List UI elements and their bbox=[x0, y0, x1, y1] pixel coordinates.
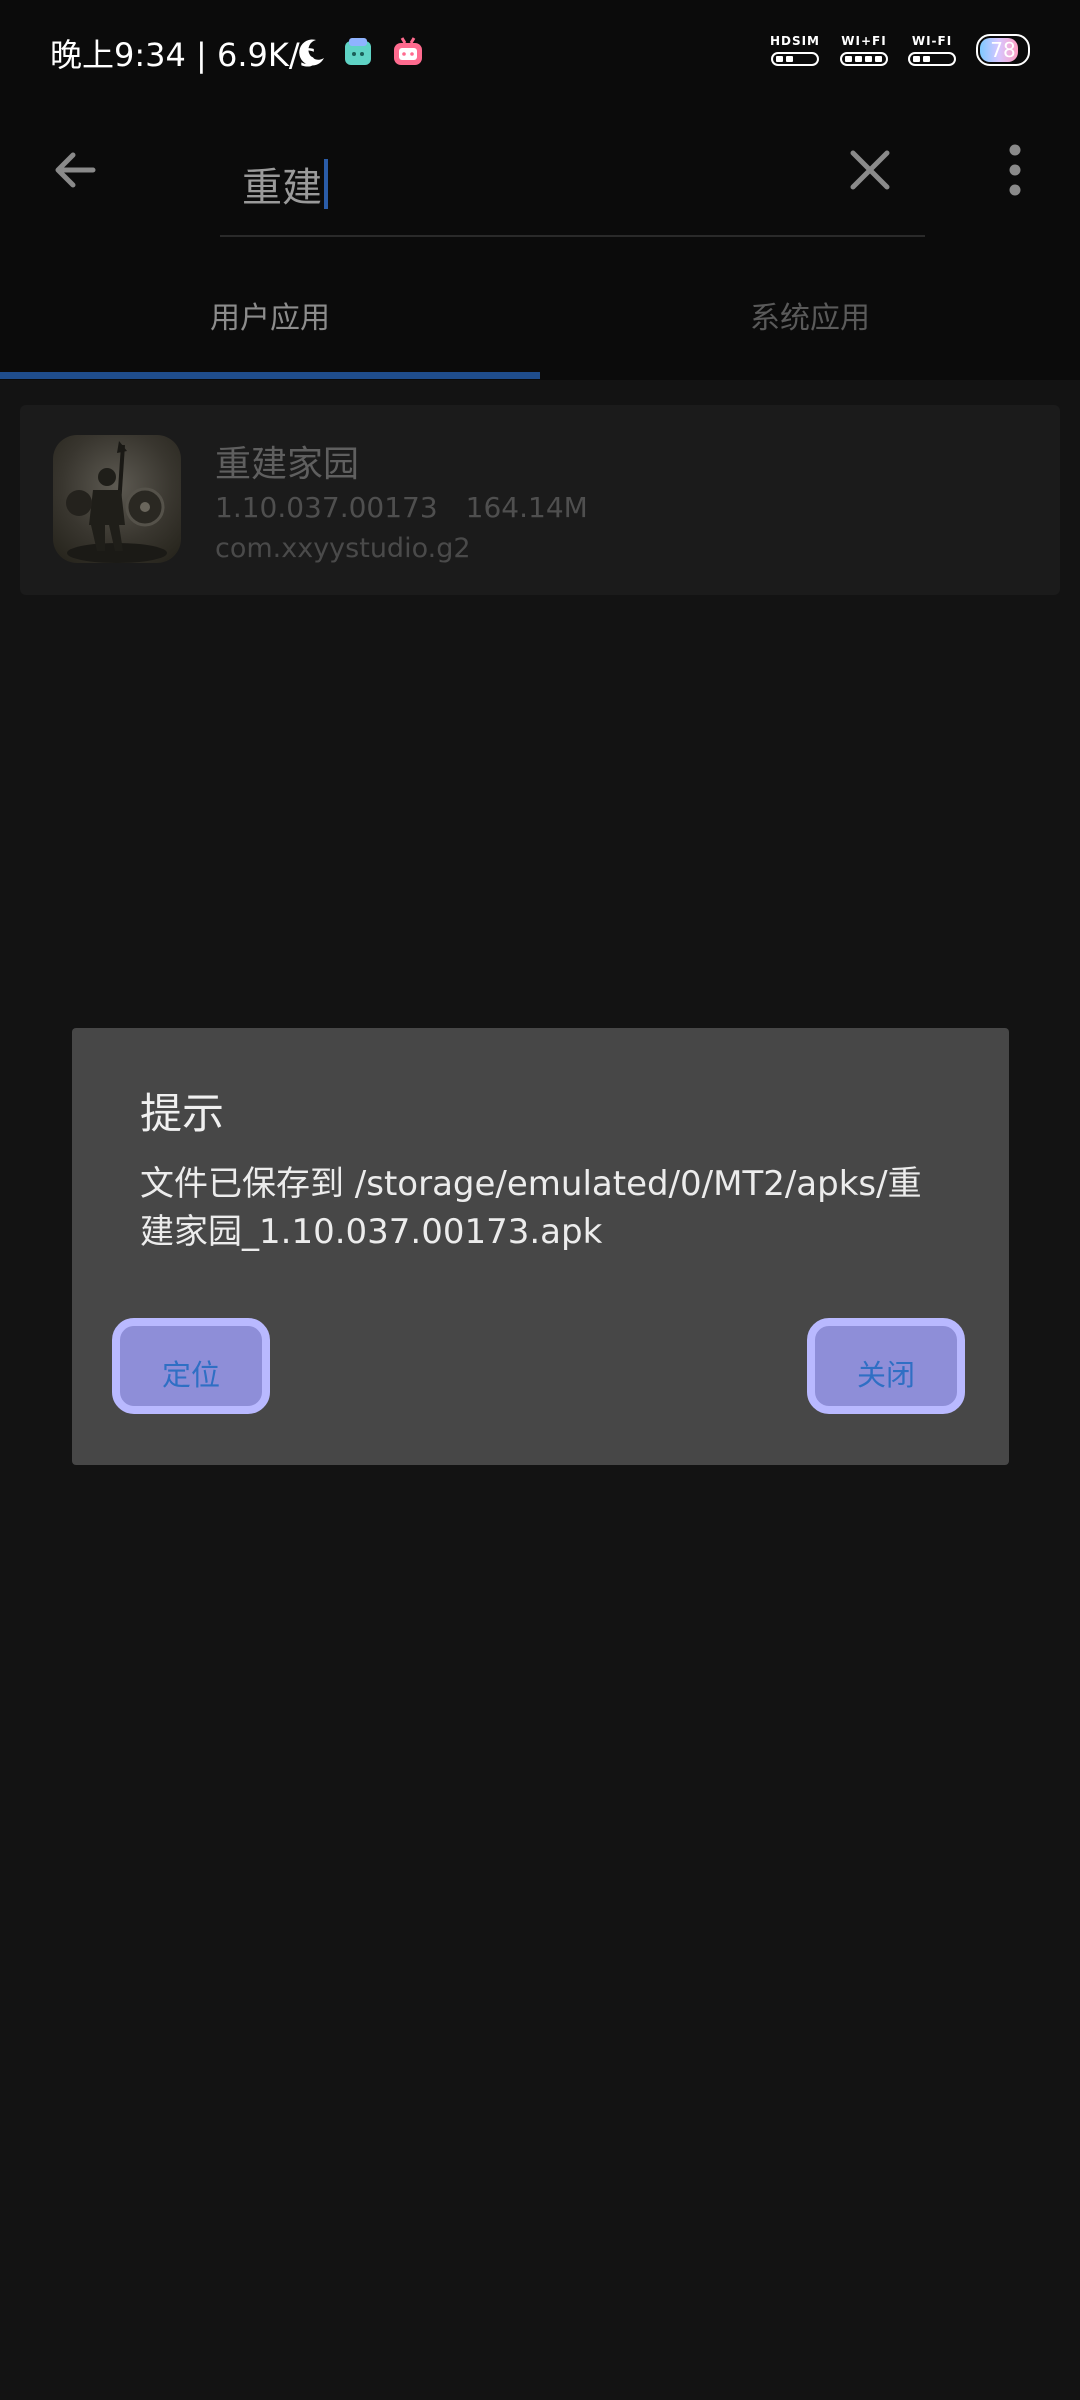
status-right-group: HDSIM WI+FI WI-FI 78 bbox=[770, 34, 1030, 66]
bilibili-icon bbox=[392, 36, 424, 72]
save-dialog: 提示 文件已保存到 /storage/emulated/0/MT2/apks/重… bbox=[72, 1028, 1009, 1465]
search-toolbar: 重建 bbox=[0, 110, 1080, 250]
battery-icon: 78 bbox=[976, 34, 1030, 66]
wifi-signal-icon: WI-FI bbox=[908, 34, 956, 66]
app-package: com.xxyystudio.g2 bbox=[215, 533, 471, 564]
more-vertical-icon bbox=[1009, 144, 1021, 196]
locate-button[interactable]: 定位 bbox=[112, 1318, 270, 1414]
dialog-message: 文件已保存到 /storage/emulated/0/MT2/apks/重建家园… bbox=[140, 1164, 922, 1252]
app-meta: 1.10.037.00173 164.14M bbox=[215, 491, 588, 524]
close-icon bbox=[850, 150, 890, 190]
more-options-button[interactable] bbox=[985, 140, 1045, 200]
tab-system-apps[interactable]: 系统应用 bbox=[540, 250, 1080, 380]
wifi-plus-signal-icon: WI+FI bbox=[840, 34, 888, 66]
arrow-left-icon bbox=[55, 152, 96, 188]
text-caret bbox=[324, 159, 328, 209]
tab-user-apps[interactable]: 用户应用 bbox=[0, 250, 540, 380]
app-name: 重建家园 bbox=[215, 444, 360, 485]
list-item[interactable]: 重建家园 1.10.037.00173 164.14M com.xxyystud… bbox=[20, 405, 1060, 595]
search-input[interactable]: 重建 bbox=[220, 130, 925, 237]
screen: 晚上9:34 | 6.9K/s HDSIM WI+FI WI-FI 78 重建 … bbox=[0, 0, 1080, 2400]
dialog-title: 提示 bbox=[140, 1089, 225, 1138]
app-size: 164.14M bbox=[465, 491, 588, 524]
close-button[interactable]: 关闭 bbox=[807, 1318, 965, 1414]
status-bar: 晚上9:34 | 6.9K/s HDSIM WI+FI WI-FI 78 bbox=[0, 0, 1080, 110]
moon-icon bbox=[296, 36, 328, 72]
app-icon bbox=[53, 435, 181, 563]
tab-indicator bbox=[0, 372, 540, 379]
app-version: 1.10.037.00173 bbox=[215, 491, 438, 524]
clear-search-button[interactable] bbox=[840, 140, 900, 200]
tab-bar: 用户应用 系统应用 bbox=[0, 250, 1080, 380]
search-query: 重建 bbox=[242, 165, 322, 211]
sim-signal-icon: HDSIM bbox=[770, 34, 820, 66]
app-notify-icon bbox=[342, 36, 374, 72]
back-button[interactable] bbox=[45, 140, 105, 200]
status-time-speed: 晚上9:34 | 6.9K/s bbox=[50, 36, 317, 74]
